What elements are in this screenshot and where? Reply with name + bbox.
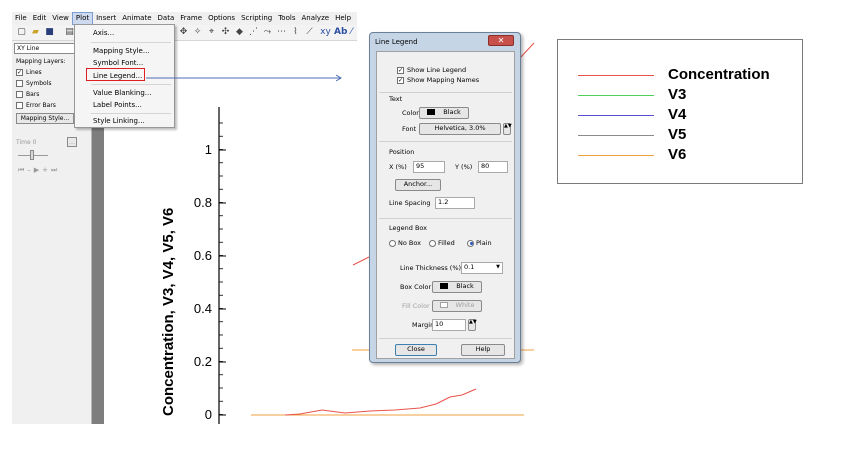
show-line-legend-checkbox[interactable]: ✓ (397, 66, 404, 74)
close-button[interactable]: Close (395, 344, 437, 356)
line-legend-box: Concentration V3 V4 V5 V6 (557, 39, 803, 184)
margin-label: Margin (412, 321, 435, 329)
line-spacing-label: Line Spacing (389, 199, 431, 207)
legend-line-v3 (578, 95, 654, 96)
box-color-label: Box Color (400, 283, 432, 291)
color-swatch (439, 302, 448, 308)
series-concentration-line (284, 388, 477, 416)
line-spacing-input[interactable]: 1.2 (435, 197, 475, 209)
plain-label: Plain (476, 239, 492, 247)
dialog-body: ✓ Show Line Legend ✓ Show Mapping Names Te… (376, 51, 515, 359)
dialog-title: Line Legend (375, 38, 418, 46)
help-button[interactable]: Help (461, 344, 505, 356)
y-percent-input[interactable]: 80 (478, 161, 508, 173)
legend-line-v6 (578, 155, 654, 156)
filled-label: Filled (438, 239, 455, 247)
show-mapping-names-row[interactable]: ✓ Show Mapping Names (397, 76, 479, 85)
y-percent-label: Y (%) (455, 163, 473, 171)
anchor-button[interactable]: Anchor... (395, 179, 441, 191)
legend-label-v6: V6 (668, 146, 687, 163)
line-legend-dialog: Line Legend ✕ ✓ Show Line Legend ✓ Show Ma… (369, 32, 521, 363)
line-thickness-value: 0.1 (464, 263, 475, 271)
text-section-label: Text (389, 95, 403, 103)
legend-label-concentration: Concentration (668, 66, 770, 83)
x-percent-input[interactable]: 95 (413, 161, 445, 173)
plain-radio[interactable] (467, 239, 474, 247)
section-divider (379, 141, 512, 142)
fill-color-label: Fill Color (402, 302, 430, 310)
legend-label-v3: V3 (668, 86, 687, 103)
tick-label: 0.4 (193, 301, 212, 316)
section-divider (379, 218, 512, 219)
no-box-radio[interactable] (389, 239, 396, 247)
color-label: Color (402, 109, 419, 117)
show-mapping-names-label: Show Mapping Names (407, 76, 480, 84)
line-thickness-label: Line Thickness (%) (400, 264, 462, 272)
filled-radio[interactable] (429, 239, 436, 247)
text-color-button[interactable]: Black (419, 107, 469, 119)
filled-option[interactable]: Filled (429, 239, 455, 248)
font-size-spinner[interactable]: ▲▼ (503, 123, 512, 135)
color-swatch (427, 109, 436, 115)
section-divider (379, 92, 512, 93)
show-line-legend-label: Show Line Legend (407, 66, 467, 74)
series-concentration-segment (352, 256, 370, 266)
tick-label: 0.6 (193, 248, 212, 263)
section-divider (379, 338, 512, 339)
y-axis-label: Concentration, V3, V4, V5, V6 (160, 207, 177, 416)
legend-box-section-label: Legend Box (389, 224, 428, 232)
tick-label: 1 (204, 142, 212, 157)
plain-option[interactable]: Plain (467, 239, 492, 248)
legend-line-v4 (578, 115, 654, 116)
x-percent-label: X (%) (389, 163, 407, 171)
line-thickness-select[interactable]: 0.1 ▼ (461, 262, 503, 274)
no-box-option[interactable]: No Box (389, 239, 421, 248)
fill-color-value: White (455, 301, 475, 309)
margin-input[interactable]: 10 (432, 319, 466, 331)
box-color-button[interactable]: Black (432, 281, 482, 293)
legend-line-v5 (578, 135, 654, 136)
text-color-value: Black (443, 108, 461, 116)
tick-label: 0.8 (193, 195, 212, 210)
box-color-value: Black (456, 282, 474, 290)
tick-label: 0.2 (193, 354, 212, 369)
position-section-label: Position (389, 148, 415, 156)
legend-label-v4: V4 (668, 106, 687, 123)
font-label: Font (402, 125, 417, 133)
series-concentration-segment-top (519, 42, 535, 59)
legend-label-v5: V5 (668, 126, 687, 143)
fill-color-button: White (432, 300, 482, 312)
show-line-legend-row[interactable]: ✓ Show Line Legend (397, 66, 466, 75)
dialog-close-x-button[interactable]: ✕ (488, 35, 514, 46)
color-swatch (440, 283, 449, 289)
tick-label: 0 (204, 407, 212, 422)
font-button[interactable]: Helvetica, 3.0% (419, 123, 501, 135)
legend-line-concentration (578, 75, 654, 76)
chevron-down-icon: ▼ (496, 264, 500, 270)
margin-spinner[interactable]: ▲▼ (468, 319, 477, 331)
no-box-label: No Box (398, 239, 421, 247)
y-axis-ticks (219, 122, 226, 416)
show-mapping-names-checkbox[interactable]: ✓ (397, 76, 404, 84)
